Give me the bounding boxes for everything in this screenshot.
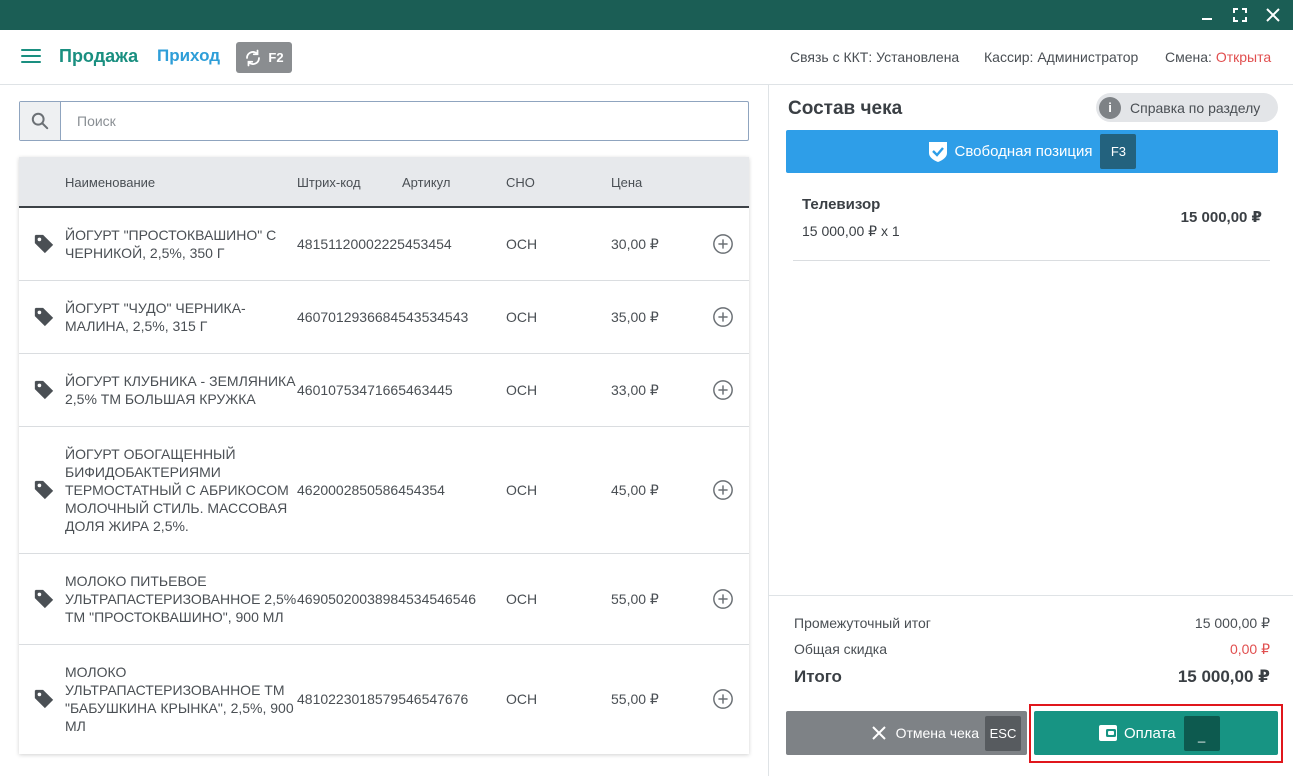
- shift-status: Смена: Открыта: [1165, 49, 1271, 65]
- nav-income-tab[interactable]: Приход: [157, 46, 220, 66]
- receipt-item-name: Телевизор: [802, 196, 881, 213]
- product-tax: ОСН: [506, 591, 538, 607]
- shift-label: Смена:: [1165, 49, 1212, 65]
- column-header-tax[interactable]: СНО: [506, 175, 535, 190]
- product-price: 55,00 ₽: [611, 691, 659, 707]
- tag-icon: [34, 307, 54, 327]
- shift-value: Открыта: [1215, 49, 1272, 65]
- table-row[interactable]: ЙОГУРТ КЛУБНИКА - ЗЕМЛЯНИКА 2,5% ТМ БОЛЬ…: [19, 354, 749, 427]
- search-box: [19, 101, 749, 141]
- hamburger-icon[interactable]: [21, 49, 41, 65]
- minimize-icon[interactable]: [1197, 5, 1217, 25]
- tag-icon: [34, 380, 54, 400]
- product-barcode: 4620002850586454354: [297, 482, 445, 498]
- product-price: 45,00 ₽: [611, 482, 659, 498]
- free-position-button[interactable]: Свободная позиция F3: [786, 130, 1278, 173]
- discount-value: 0,00 ₽: [1229, 641, 1270, 657]
- tag-icon: [34, 234, 54, 254]
- add-item-icon[interactable]: [712, 233, 734, 255]
- product-tax: ОСН: [506, 482, 538, 498]
- cancel-receipt-button[interactable]: Отмена чека ESC: [786, 711, 1027, 755]
- add-item-icon[interactable]: [712, 479, 734, 501]
- free-position-label: Свободная позиция: [954, 143, 1093, 160]
- column-header-article[interactable]: Артикул: [402, 175, 450, 190]
- product-price: 33,00 ₽: [611, 382, 659, 398]
- help-label: Справка по разделу: [1130, 99, 1261, 116]
- product-barcode: 4690502003898453454654​6: [297, 591, 477, 607]
- pay-label: Оплата: [1124, 724, 1176, 742]
- product-price: 35,00 ₽: [611, 309, 659, 325]
- switch-mode-key: F2: [268, 50, 284, 65]
- free-position-key: F3: [1100, 134, 1137, 169]
- subtotal-label: Промежуточный итог: [794, 615, 931, 631]
- column-header-barcode[interactable]: Штрих-код: [297, 175, 361, 190]
- add-item-icon[interactable]: [712, 588, 734, 610]
- cancel-receipt-label: Отмена чека: [895, 725, 979, 741]
- product-name: ЙОГУРТ "ЧУДО" ЧЕРНИКА-МАЛИНА, 2,5%, 315 …: [65, 300, 246, 334]
- refresh-icon: [246, 49, 261, 66]
- table-row[interactable]: МОЛОКО ПИТЬЕВОЕ УЛЬТРАПАСТЕРИЗОВАННОЕ 2,…: [19, 554, 749, 645]
- maximize-icon[interactable]: [1230, 5, 1250, 25]
- table-row[interactable]: ЙОГУРТ "ЧУДО" ЧЕРНИКА-МАЛИНА, 2,5%, 315 …: [19, 281, 749, 354]
- products-table: Наименование Штрих-код Артикул СНО Цена …: [19, 157, 749, 754]
- table-header: Наименование Штрих-код Артикул СНО Цена: [19, 157, 749, 208]
- table-row[interactable]: МОЛОКО УЛЬТРАПАСТЕРИЗОВАННОЕ ТМ "БАБУШКИ…: [19, 645, 749, 753]
- search-input[interactable]: [61, 102, 748, 140]
- discount-label: Общая скидка: [794, 641, 888, 657]
- product-barcode: 4810223018579546547676: [297, 691, 469, 707]
- tag-icon: [34, 480, 54, 500]
- product-barcode: 4815112000222545345​4: [297, 236, 452, 252]
- product-name: ЙОГУРТ "ПРОСТОКВАШИНО" С ЧЕРНИКОЙ, 2,5%,…: [65, 227, 277, 261]
- receipt-item-qty: 15 000,00 ₽ x 1: [802, 223, 900, 239]
- product-name: МОЛОКО ПИТЬЕВОЕ УЛЬТРАПАСТЕРИЗОВАННОЕ 2,…: [65, 573, 297, 625]
- close-icon[interactable]: [1263, 5, 1283, 25]
- table-row[interactable]: ЙОГУРТ ОБОГАЩЕННЫЙ БИФИДОБАКТЕРИЯМИ ТЕРМ…: [19, 427, 749, 554]
- total-label: Итого: [794, 667, 842, 686]
- cancel-receipt-key: ESC: [985, 715, 1021, 751]
- table-row[interactable]: ЙОГУРТ "ПРОСТОКВАШИНО" С ЧЕРНИКОЙ, 2,5%,…: [19, 208, 749, 281]
- kkt-status: Связь с ККТ: Установлена: [790, 49, 960, 65]
- help-button[interactable]: i Справка по разделу: [1096, 93, 1278, 122]
- close-icon: [871, 726, 886, 740]
- receipt-item-sum: 15 000,00 ₽: [1180, 209, 1262, 226]
- product-price: 30,00 ₽: [611, 236, 659, 252]
- product-price: 55,00 ₽: [611, 591, 659, 607]
- switch-mode-button[interactable]: F2: [236, 42, 292, 73]
- product-tax: ОСН: [506, 382, 538, 398]
- product-name: МОЛОКО УЛЬТРАПАСТЕРИЗОВАННОЕ ТМ "БАБУШКИ…: [65, 664, 294, 734]
- nav-sale-tab[interactable]: Продажа: [59, 46, 138, 67]
- app-header: Продажа Приход F2 Связь с ККТ: Установле…: [0, 30, 1293, 85]
- pay-button[interactable]: Оплата _: [1034, 711, 1278, 755]
- info-icon: i: [1099, 96, 1121, 119]
- add-item-icon[interactable]: [712, 306, 734, 328]
- shield-check-icon: [928, 141, 947, 162]
- wallet-icon: [1099, 725, 1117, 741]
- total-value: 15 000,00 ₽: [1177, 667, 1270, 686]
- receipt-item[interactable]: Телевизор 15 000,00 ₽ x 1 15 000,00 ₽: [793, 186, 1270, 261]
- totals-divider: [769, 595, 1293, 596]
- panel-divider: [768, 85, 769, 776]
- column-header-price[interactable]: Цена: [611, 175, 642, 190]
- search-icon[interactable]: [20, 102, 61, 140]
- window-titlebar: [0, 0, 1293, 30]
- add-item-icon[interactable]: [712, 379, 734, 401]
- product-name: ЙОГУРТ КЛУБНИКА - ЗЕМЛЯНИКА 2,5% ТМ БОЛЬ…: [65, 373, 296, 407]
- cashier-status: Кассир: Администратор: [984, 49, 1139, 65]
- tag-icon: [34, 589, 54, 609]
- column-header-name[interactable]: Наименование: [65, 175, 155, 190]
- product-name: ЙОГУРТ ОБОГАЩЕННЫЙ БИФИДОБАКТЕРИЯМИ ТЕРМ…: [65, 446, 289, 534]
- product-barcode: 46010753471665463445: [297, 382, 453, 398]
- subtotal-value: 15 000,00 ₽: [1194, 615, 1270, 631]
- receipt-title: Состав чека: [788, 98, 903, 119]
- add-item-icon[interactable]: [712, 688, 734, 710]
- pay-key: _: [1183, 715, 1220, 751]
- product-barcode: 4607012936684543534543: [297, 309, 469, 325]
- product-tax: ОСН: [506, 691, 538, 707]
- product-tax: ОСН: [506, 309, 538, 325]
- tag-icon: [34, 689, 54, 709]
- product-tax: ОСН: [506, 236, 538, 252]
